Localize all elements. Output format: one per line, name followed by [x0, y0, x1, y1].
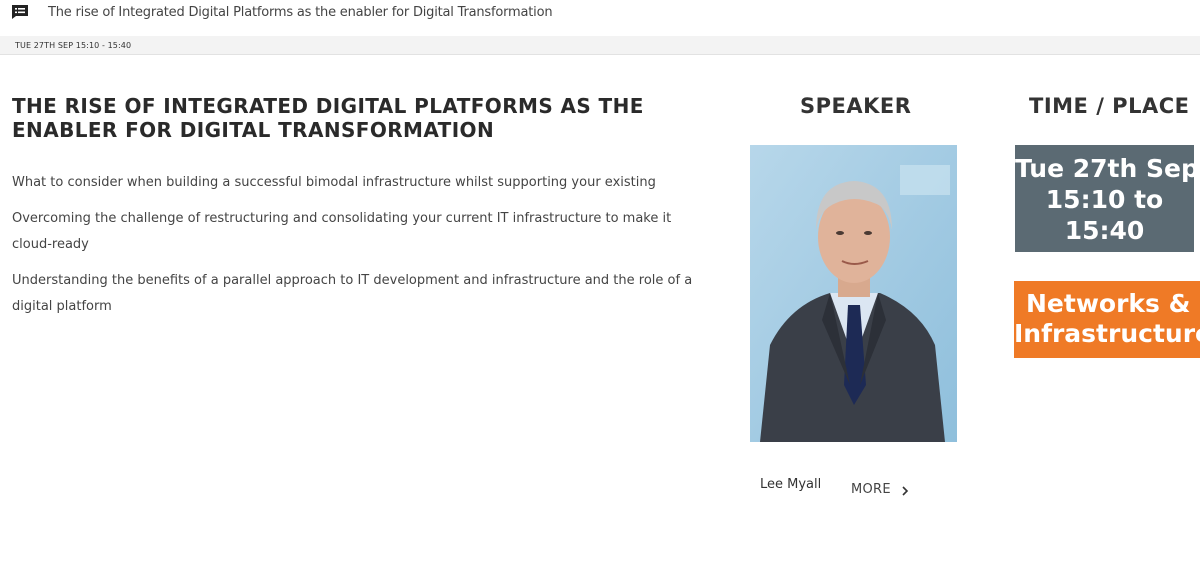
speaker-photo[interactable] — [750, 145, 957, 442]
track-badge[interactable]: Networks & Infrastructure — [1014, 281, 1200, 358]
time-place-heading: TIME / PLACE — [1029, 94, 1190, 118]
track-label-line1: Networks & — [1026, 289, 1191, 318]
top-bar: The rise of Integrated Digital Platforms… — [0, 0, 1200, 30]
session-title: THE RISE OF INTEGRATED DIGITAL PLATFORMS… — [12, 94, 644, 142]
session-description: What to consider when building a success… — [12, 170, 702, 330]
session-date-time: TUE 27TH SEP 15:10 - 15:40 — [15, 41, 132, 50]
speaker-name[interactable]: Lee Myall — [760, 477, 821, 492]
chevron-right-icon — [901, 485, 909, 496]
session-time-end: 15:40 — [1064, 216, 1145, 245]
description-point: What to consider when building a success… — [12, 175, 656, 190]
header-title: The rise of Integrated Digital Platforms… — [48, 5, 553, 20]
session-date: Tue 27th Sep — [1015, 154, 1199, 183]
description-point: Overcoming the challenge of restructurin… — [12, 211, 672, 252]
date-bar: TUE 27TH SEP 15:10 - 15:40 — [0, 36, 1200, 55]
agenda-list-icon — [11, 4, 29, 20]
description-point: Understanding the benefits of a parallel… — [12, 273, 693, 314]
more-label: MORE — [851, 482, 891, 497]
track-label-line2: Infrastructure — [1014, 319, 1200, 348]
time-box: Tue 27th Sep 15:10 to 15:40 — [1015, 145, 1199, 252]
more-button[interactable]: MORE — [851, 482, 909, 497]
session-time-start: 15:10 to — [1045, 185, 1164, 214]
speaker-heading: SPEAKER — [800, 94, 912, 118]
